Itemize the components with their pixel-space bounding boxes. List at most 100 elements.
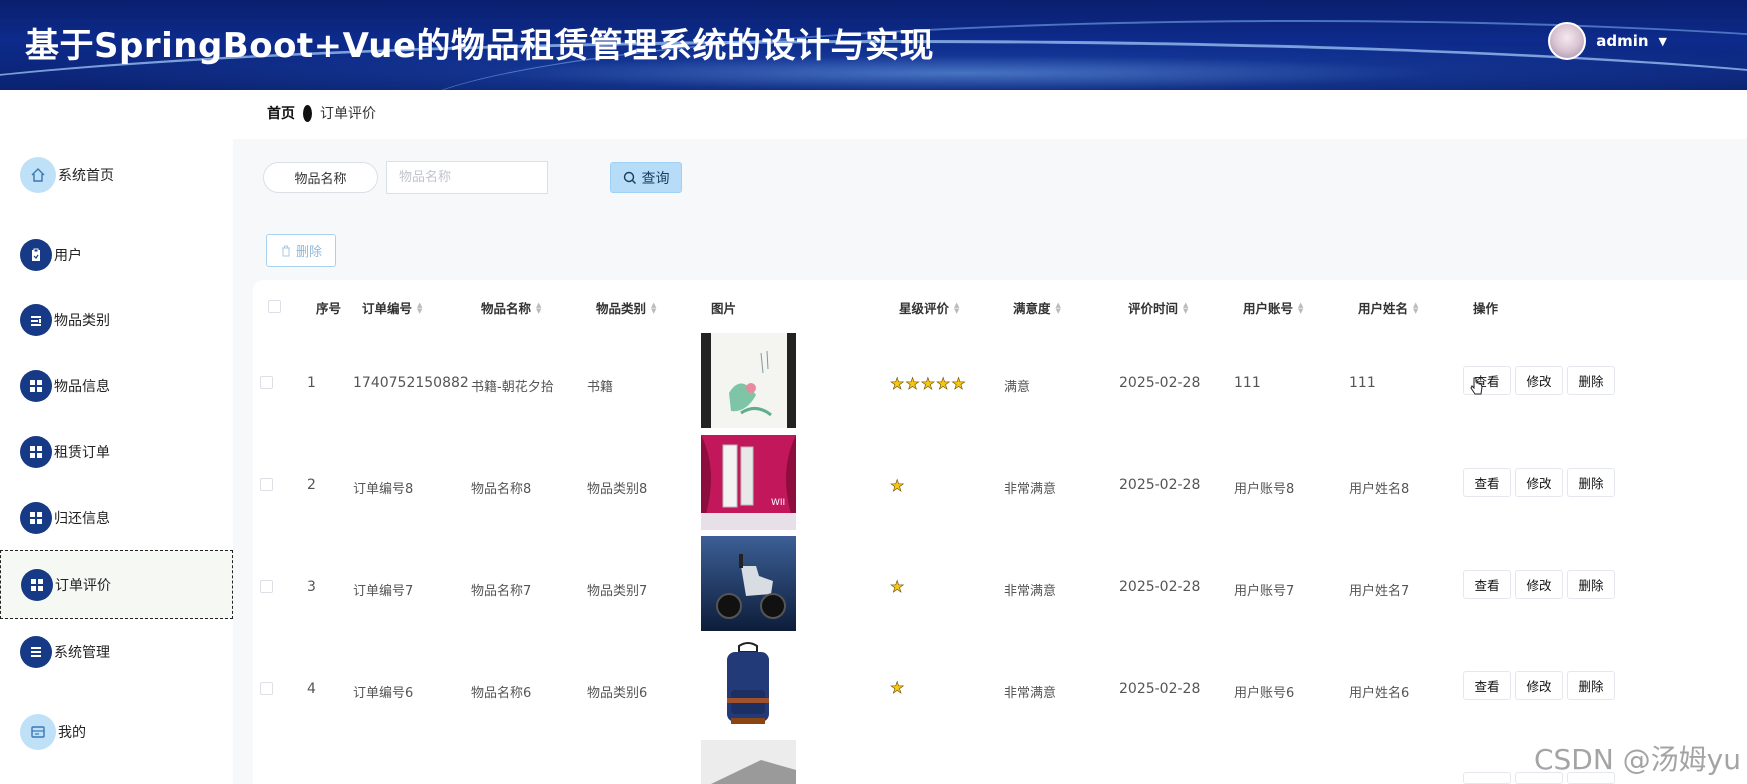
app-title: 基于SpringBoot+Vue的物品租赁管理系统的设计与实现: [25, 26, 935, 66]
cell-order-no: 1740752150882: [353, 375, 469, 391]
row-checkbox[interactable]: [260, 478, 273, 491]
hand-cursor-icon: [1470, 377, 1483, 395]
cell-item-name: 物品名称7: [471, 584, 532, 599]
cell-satisfaction: 非常满意: [1004, 686, 1057, 701]
search-icon: [623, 171, 636, 184]
column-header-user-name[interactable]: 用户姓名 ▲ ▼: [1358, 298, 1418, 317]
cell-category: 书籍: [587, 380, 614, 395]
username[interactable]: admin: [1596, 32, 1648, 50]
avatar[interactable]: [1548, 22, 1587, 60]
sort-icon: ▲ ▼: [1183, 300, 1189, 315]
row-checkbox[interactable]: [260, 682, 273, 695]
column-header-account[interactable]: 用户账号 ▲ ▼: [1243, 298, 1303, 317]
column-header-time[interactable]: 评价时间 ▲ ▼: [1128, 298, 1188, 317]
cell-category: 物品类别7: [587, 584, 648, 599]
review-table: [253, 280, 1747, 784]
batch-delete-button[interactable]: 删除: [266, 234, 336, 267]
cell-time: 2025-02-28: [1119, 477, 1201, 493]
sidebar-item-label: 物品类别: [54, 313, 110, 329]
sort-icon: ▲ ▼: [1413, 300, 1419, 315]
edit-button[interactable]: 修改: [1515, 366, 1563, 395]
sidebar-item-item-info[interactable]: 物品信息: [0, 356, 233, 416]
sidebar-item-mine[interactable]: 我的: [0, 702, 233, 762]
cell-category: 物品类别8: [587, 482, 648, 497]
edit-button[interactable]: 修改: [1515, 671, 1563, 700]
item-image-partial[interactable]: [701, 740, 796, 784]
cell-item-name: 书籍-朝花夕拾: [471, 380, 554, 395]
cell-satisfaction: 非常满意: [1004, 584, 1057, 599]
sidebar-item-user[interactable]: 用户: [0, 225, 233, 285]
sidebar-item-label: 我的: [58, 725, 86, 741]
delete-button[interactable]: 删除: [1567, 366, 1615, 395]
item-image-console[interactable]: WII: [701, 435, 796, 530]
sliders-icon: [20, 304, 52, 336]
cell-account: 用户账号8: [1234, 482, 1295, 497]
home-icon: [20, 157, 56, 193]
cell-index: 3: [307, 579, 316, 595]
list-icon: [20, 636, 52, 668]
sidebar-item-label: 系统管理: [54, 645, 110, 661]
breadcrumb-current: 订单评价: [320, 106, 376, 122]
star-icon: ★: [905, 374, 920, 394]
delete-button[interactable]: 删除: [1567, 468, 1615, 497]
row-checkbox[interactable]: [260, 376, 273, 389]
sidebar-item-system[interactable]: 系统管理: [0, 622, 233, 682]
column-header-satisfaction[interactable]: 满意度 ▲ ▼: [1013, 298, 1061, 317]
chevron-down-icon[interactable]: ▼: [1659, 35, 1667, 48]
sidebar-item-label: 用户: [54, 248, 82, 264]
cell-item-name: 物品名称8: [471, 482, 532, 497]
sidebar: 系统首页 用户 物品类别 物品信息 租赁订单 归还信息 订单评价 系统管理 我的: [0, 90, 233, 784]
sidebar-item-home[interactable]: 系统首页: [0, 145, 233, 205]
cell-account: 用户账号6: [1234, 686, 1295, 701]
sort-icon: ▲ ▼: [954, 300, 960, 315]
sidebar-item-label: 租赁订单: [54, 445, 110, 461]
sidebar-item-return-info[interactable]: 归还信息: [0, 488, 233, 548]
column-header-actions: 操作: [1473, 301, 1499, 316]
batch-delete-label: 删除: [295, 245, 322, 260]
breadcrumb: 首页 订单评价: [267, 103, 376, 123]
view-button[interactable]: 查看: [1463, 570, 1511, 599]
trash-icon: [281, 245, 290, 256]
column-header-item-name[interactable]: 物品名称 ▲ ▼: [481, 298, 541, 317]
star-icon: ★: [890, 678, 905, 698]
select-all-checkbox[interactable]: [268, 300, 281, 313]
cell-index: 1: [307, 375, 316, 391]
column-header-image: 图片: [711, 301, 737, 316]
item-image-scooter[interactable]: [701, 536, 796, 631]
sidebar-item-order-review[interactable]: 订单评价: [0, 550, 233, 619]
star-icon: ★: [890, 577, 905, 597]
query-button[interactable]: 查询: [610, 162, 682, 193]
cell-item-name: 物品名称6: [471, 686, 532, 701]
edit-button[interactable]: 修改: [1515, 570, 1563, 599]
cell-satisfaction: 非常满意: [1004, 482, 1057, 497]
column-header-category[interactable]: 物品类别 ▲ ▼: [596, 298, 656, 317]
item-image-book[interactable]: [701, 333, 796, 428]
view-button[interactable]: 查看: [1463, 671, 1511, 700]
star-icon: ★: [936, 374, 951, 394]
cell-time: 2025-02-28: [1119, 579, 1201, 595]
delete-button[interactable]: 删除: [1567, 570, 1615, 599]
view-button-partial[interactable]: [1463, 772, 1511, 784]
sidebar-item-label: 物品信息: [54, 379, 110, 395]
breadcrumb-separator-icon: [303, 104, 312, 122]
row-checkbox[interactable]: [260, 580, 273, 593]
cell-user-name: 用户姓名6: [1349, 686, 1410, 701]
grid-icon: [21, 568, 53, 601]
column-header-stars[interactable]: 星级评价 ▲ ▼: [899, 298, 959, 317]
edit-button[interactable]: 修改: [1515, 468, 1563, 497]
star-rating: ★: [890, 678, 905, 698]
sidebar-item-rental-order[interactable]: 租赁订单: [0, 422, 233, 482]
column-header-order-no[interactable]: 订单编号 ▲ ▼: [362, 298, 422, 317]
sidebar-item-label: 系统首页: [58, 168, 114, 184]
view-button[interactable]: 查看: [1463, 468, 1511, 497]
cell-user-name: 111: [1349, 375, 1376, 391]
user-menu[interactable]: admin ▼: [1548, 22, 1667, 60]
delete-button[interactable]: 删除: [1567, 671, 1615, 700]
search-input[interactable]: [386, 161, 548, 194]
item-image-backpack[interactable]: [701, 638, 796, 733]
sort-icon: ▲ ▼: [1055, 300, 1061, 315]
star-icon: ★: [890, 476, 905, 496]
breadcrumb-home[interactable]: 首页: [267, 103, 295, 123]
sidebar-item-category[interactable]: 物品类别: [0, 290, 233, 350]
cell-index: 2: [307, 477, 316, 493]
